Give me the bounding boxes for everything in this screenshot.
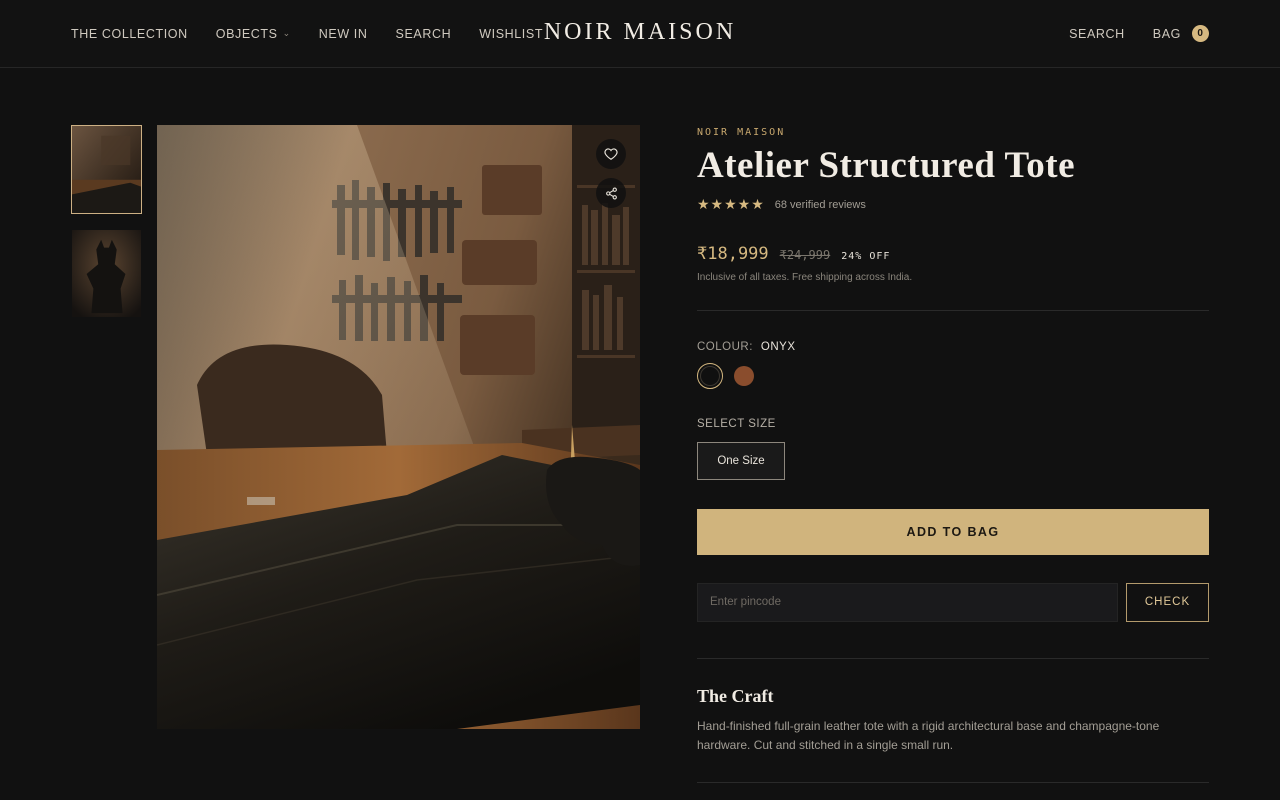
pincode-row: CHECK <box>697 582 1209 622</box>
price-row: ₹18,999 ₹24,999 24% OFF <box>697 244 1209 264</box>
share-icon <box>605 187 617 199</box>
bag-count-badge: 0 <box>1192 25 1209 42</box>
colour-swatches <box>697 362 1209 389</box>
search-link[interactable]: SEARCH <box>1069 27 1125 41</box>
add-to-bag-button[interactable]: ADD TO BAG <box>697 508 1209 555</box>
tax-note: Inclusive of all taxes. Free shipping ac… <box>697 271 913 283</box>
top-navigation: THE COLLECTION OBJECTS ⌄ NEW IN SEARCH WI… <box>0 0 1280 68</box>
divider <box>697 309 1209 311</box>
product-main-image <box>157 125 640 729</box>
add-to-wishlist-button[interactable] <box>596 139 626 169</box>
craft-heading: The Craft <box>697 685 774 706</box>
thumbnail-image-figure <box>72 230 141 317</box>
size-label: SELECT SIZE <box>697 417 776 430</box>
product-title: Atelier Structured Tote <box>697 145 1076 186</box>
original-price: ₹24,999 <box>779 247 831 262</box>
rating-row: ★★★★★ 68 verified reviews <box>697 196 1209 213</box>
swatch-onyx[interactable] <box>697 362 723 389</box>
sale-price: ₹18,999 <box>697 243 769 264</box>
colour-label: COLOUR: <box>697 340 753 353</box>
share-button[interactable] <box>596 178 626 208</box>
product-photo <box>157 125 640 729</box>
product-info: NOIR MAISON Atelier Structured Tote ★★★★… <box>697 125 1209 783</box>
reviews-link[interactable]: 68 verified reviews <box>775 199 866 211</box>
thumbnail-2[interactable] <box>71 229 142 318</box>
pincode-input[interactable] <box>697 582 1118 622</box>
swatch-tan[interactable] <box>734 365 754 386</box>
check-pincode-button[interactable]: CHECK <box>1126 582 1209 622</box>
product-maison-label: NOIR MAISON <box>697 127 786 138</box>
thumbnail-1[interactable] <box>71 125 142 214</box>
size-option-one-size[interactable]: One Size <box>697 441 785 480</box>
colour-row: COLOUR: ONYX <box>697 341 1209 353</box>
star-rating: ★★★★★ <box>697 196 765 213</box>
colour-value: ONYX <box>760 340 796 353</box>
thumbnail-image-workshop <box>72 126 141 213</box>
bag-link[interactable]: BAG 0 <box>1153 25 1209 42</box>
bag-label: BAG <box>1152 26 1181 41</box>
swatch-onyx-fill <box>700 365 720 386</box>
heart-icon <box>604 148 618 160</box>
discount-badge: 24% OFF <box>841 250 891 262</box>
divider <box>697 781 1209 783</box>
craft-description: Hand-finished full-grain leather tote wi… <box>697 718 1160 752</box>
utility-nav: SEARCH BAG 0 <box>1069 0 1209 67</box>
divider <box>697 657 1209 659</box>
